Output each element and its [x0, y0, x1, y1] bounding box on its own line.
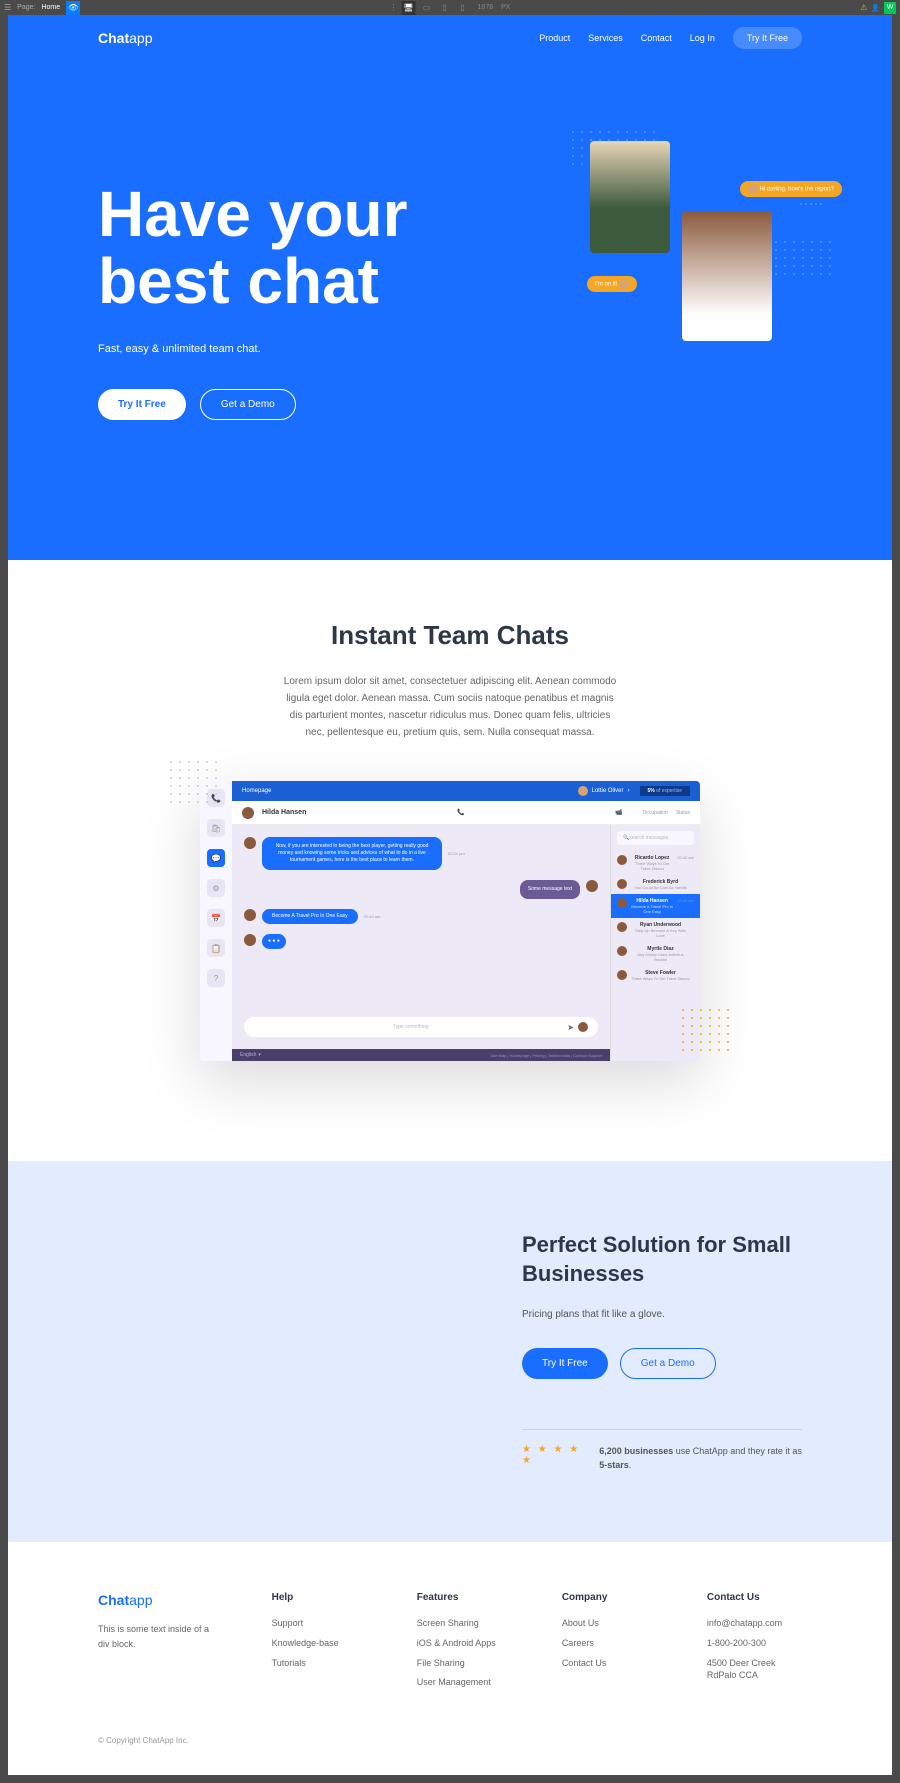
- chat-bubble: Hi darling, how's the report?: [740, 181, 842, 197]
- footer-link[interactable]: Knowledge-base: [272, 1637, 367, 1650]
- side-help-icon: ?: [207, 969, 225, 987]
- copyright: © Copyright ChatApp Inc.: [98, 1736, 802, 1745]
- px-label: PX: [501, 4, 510, 11]
- publish-badge[interactable]: W: [884, 2, 896, 14]
- footer-address: 4500 Deer Creek RdPalo CCA: [707, 1657, 802, 1682]
- side-cal-icon: 📅: [207, 909, 225, 927]
- solution-section: Perfect Solution for Small Businesses Pr…: [8, 1161, 892, 1542]
- nav-product[interactable]: Product: [539, 33, 570, 43]
- footer-link[interactable]: User Management: [417, 1676, 512, 1689]
- navbar: Chatapp Product Services Contact Log In …: [8, 15, 892, 61]
- footer-link[interactable]: Contact Us: [562, 1657, 657, 1670]
- desktop-icon[interactable]: 🖥: [402, 1, 416, 15]
- contact-item: Ricardo LopezThree Ways To Get Trave Dis…: [611, 851, 700, 875]
- nav-contact[interactable]: Contact: [641, 33, 672, 43]
- footer-desc: This is some text inside of a div block.: [98, 1622, 222, 1651]
- canvas-width: 1878: [478, 4, 494, 11]
- hero-photo-1: [590, 141, 670, 253]
- hero-photo-2: [682, 211, 772, 341]
- contact-item: Frederick ByrdYou Could Be Cool As Yandi…: [611, 875, 700, 894]
- page-label: Page:: [17, 4, 35, 11]
- solution-subtitle: Pricing plans that fit like a glove.: [522, 1309, 802, 1320]
- footer-heading-contact: Contact Us: [707, 1592, 802, 1603]
- solution-try-button[interactable]: Try It Free: [522, 1348, 608, 1379]
- mobile-icon[interactable]: ▯: [456, 1, 470, 15]
- footer-logo[interactable]: Chatapp: [98, 1592, 222, 1608]
- instant-title: Instant Team Chats: [98, 620, 802, 651]
- chat-message: Become A Travel Pro In One Easy: [262, 909, 358, 924]
- tablet-icon[interactable]: ▭: [420, 1, 434, 15]
- logo[interactable]: Chatapp: [98, 30, 152, 46]
- footer-link[interactable]: About Us: [562, 1617, 657, 1630]
- avatar: [242, 807, 254, 819]
- side-gear-icon: ⚙: [207, 879, 225, 897]
- contact-item: Myrtle DiazAny Mostly Used Antivirus Rev…: [611, 942, 700, 966]
- contact-search: 🔍 search messages: [617, 831, 694, 845]
- dots-decoration: [800, 203, 822, 205]
- contact-item: Hilda HansenBecome A Travel Pro In One E…: [611, 894, 700, 918]
- dots-decoration: [170, 761, 218, 803]
- page-name[interactable]: Home: [41, 4, 60, 11]
- chat-input: Type something ➤: [244, 1017, 598, 1037]
- editor-toolbar: ☰ Page: Home 👁 ⋮ 🖥 ▭ ▯ ▯ 1878 PX ⚠ 👤 W: [0, 0, 900, 15]
- side-chat-icon: 💬: [207, 849, 225, 867]
- footer-link[interactable]: iOS & Android Apps: [417, 1637, 512, 1650]
- contact-item: Ryan UnderwoodStep Up Become A Key With …: [611, 918, 700, 942]
- hero-subtitle: Fast, easy & unlimited team chat.: [98, 343, 542, 355]
- star-rating: ★ ★ ★ ★ ★: [522, 1444, 585, 1466]
- side-shop-icon: 🛍: [207, 819, 225, 837]
- send-icon: ➤: [567, 1023, 574, 1032]
- warning-icon[interactable]: ⚠: [860, 3, 867, 12]
- footer-phone: 1-800-200-300: [707, 1637, 802, 1650]
- footer-link[interactable]: Careers: [562, 1637, 657, 1650]
- divider: [522, 1429, 802, 1430]
- chat-contact-name: Hilda Hansen: [262, 809, 306, 816]
- nav-cta-button[interactable]: Try It Free: [733, 27, 802, 49]
- contact-item: Steve FowlerThree Ways To Get Trave Disc…: [611, 966, 700, 985]
- footer-link[interactable]: Support: [272, 1617, 367, 1630]
- footer-heading-help: Help: [272, 1592, 367, 1603]
- app-screenshot: 📞 🛍 💬 ⚙ 📅 📋 ? Homepage Lottie Oliver› 5%…: [200, 781, 700, 1061]
- rating-text: 6,200 businesses use ChatApp and they ra…: [599, 1444, 802, 1473]
- footer-email[interactable]: info@chatapp.com: [707, 1617, 802, 1630]
- chat-message: Some message text: [520, 880, 580, 899]
- nav-login[interactable]: Log In: [690, 33, 715, 43]
- instant-section: Instant Team Chats Lorem ipsum dolor sit…: [8, 560, 892, 1161]
- solution-title: Perfect Solution for Small Businesses: [522, 1231, 802, 1288]
- user-icon[interactable]: 👤: [871, 4, 880, 12]
- dots-decoration: [682, 1009, 730, 1051]
- tablet-portrait-icon[interactable]: ▯: [438, 1, 452, 15]
- hamburger-icon[interactable]: ☰: [4, 3, 11, 12]
- app-tab: Homepage: [242, 788, 271, 794]
- footer-heading-features: Features: [417, 1592, 512, 1603]
- footer-link[interactable]: Screen Sharing: [417, 1617, 512, 1630]
- hero-section: Have your best chat Fast, easy & unlimit…: [8, 61, 892, 560]
- more-icon[interactable]: ⋮: [390, 3, 398, 12]
- footer-link[interactable]: File Sharing: [417, 1657, 512, 1670]
- chat-message: Now, if you are interested in being the …: [262, 837, 442, 870]
- instant-desc: Lorem ipsum dolor sit amet, consectetuer…: [280, 673, 620, 741]
- footer-link[interactable]: Tutorials: [272, 1657, 367, 1670]
- solution-demo-button[interactable]: Get a Demo: [620, 1348, 716, 1379]
- hero-demo-button[interactable]: Get a Demo: [200, 389, 296, 420]
- canvas: Chatapp Product Services Contact Log In …: [8, 15, 892, 1775]
- chat-bubble: I'm on it!: [587, 276, 637, 292]
- footer-heading-company: Company: [562, 1592, 657, 1603]
- preview-icon[interactable]: 👁: [66, 1, 80, 15]
- expertise-badge: 5% of expertise: [640, 786, 690, 796]
- footer: Chatapp This is some text inside of a di…: [8, 1542, 892, 1774]
- hero-title: Have your best chat: [98, 181, 542, 315]
- nav-services[interactable]: Services: [588, 33, 623, 43]
- video-icon: 📹: [615, 809, 622, 816]
- side-list-icon: 📋: [207, 939, 225, 957]
- phone-icon: 📞: [457, 809, 464, 816]
- hero-try-button[interactable]: Try It Free: [98, 389, 186, 420]
